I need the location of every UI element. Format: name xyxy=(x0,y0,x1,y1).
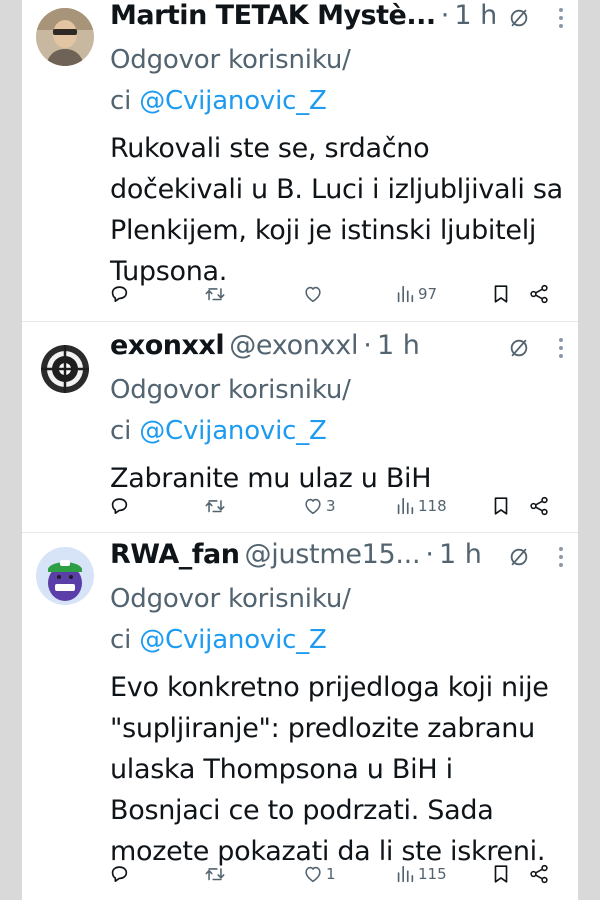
bookmark-icon xyxy=(490,495,512,517)
tweet-header: Martin TETAK Mystè... · 1 h xyxy=(110,0,564,40)
reply-button[interactable] xyxy=(108,495,130,517)
separator-dot: · xyxy=(363,330,372,361)
bookmark-icon xyxy=(490,863,512,885)
share-icon xyxy=(528,495,550,517)
tweet[interactable]: RWA_fan @justme15... · 1 h Odgovor koris… xyxy=(22,533,578,900)
retweet-button[interactable] xyxy=(204,283,226,305)
timestamp[interactable]: 1 h xyxy=(454,0,497,31)
display-name[interactable]: Martin TETAK Mystè... xyxy=(110,0,436,31)
mention-link[interactable]: @Cvijanovic_Z xyxy=(139,625,327,655)
timestamp[interactable]: 1 h xyxy=(439,539,482,570)
like-count: 1 xyxy=(326,865,336,883)
like-button[interactable]: 1 xyxy=(302,863,336,885)
view-count: 118 xyxy=(418,497,447,515)
views-button[interactable]: 118 xyxy=(394,495,447,517)
views-icon xyxy=(394,283,416,305)
retweet-icon xyxy=(204,283,226,305)
views-button[interactable]: 97 xyxy=(394,283,437,305)
views-icon xyxy=(394,495,416,517)
action-bar: 3 118 xyxy=(22,495,578,523)
reply-button[interactable] xyxy=(108,863,130,885)
reply-icon xyxy=(108,283,130,305)
like-icon xyxy=(302,495,324,517)
reply-label: Odgovor korisniku/ xyxy=(110,45,351,75)
user-handle[interactable]: @exonxxl xyxy=(229,330,358,361)
reply-icon xyxy=(108,863,130,885)
share-button[interactable] xyxy=(528,863,550,885)
view-count: 115 xyxy=(418,865,447,883)
reply-label: Odgovor korisniku/ xyxy=(110,584,351,614)
separator-dot: · xyxy=(440,0,450,31)
more-icon[interactable] xyxy=(558,546,564,568)
share-button[interactable] xyxy=(528,495,550,517)
retweet-icon xyxy=(204,495,226,517)
view-count: 97 xyxy=(418,285,438,303)
action-bar: 1 115 xyxy=(22,863,578,891)
reply-label: ci xyxy=(110,86,132,116)
timestamp[interactable]: 1 h xyxy=(377,330,420,361)
reply-context: Odgovor korisniku/ ci @Cvijanovic_Z xyxy=(110,579,564,661)
action-bar: 97 xyxy=(22,283,578,311)
bookmark-icon xyxy=(490,283,512,305)
retweet-button[interactable] xyxy=(204,863,226,885)
reply-context: Odgovor korisniku/ ci @Cvijanovic_Z xyxy=(110,370,564,452)
grok-icon[interactable] xyxy=(508,337,530,359)
share-icon xyxy=(528,283,550,305)
grok-icon[interactable] xyxy=(508,7,530,29)
like-button[interactable]: 3 xyxy=(302,495,336,517)
tweet-text: Zabranite mu ulaz u BiH xyxy=(110,463,432,494)
like-icon xyxy=(302,283,324,305)
separator-dot: · xyxy=(425,539,434,570)
more-icon[interactable] xyxy=(558,337,564,359)
like-icon xyxy=(302,863,324,885)
tweet-header: RWA_fan @justme15... · 1 h xyxy=(110,539,564,579)
tweet[interactable]: exonxxl @exonxxl · 1 h Odgovor korisniku… xyxy=(22,322,578,533)
mention-link[interactable]: @Cvijanovic_Z xyxy=(139,416,327,446)
retweet-icon xyxy=(204,863,226,885)
bookmark-button[interactable] xyxy=(490,495,512,517)
grok-icon[interactable] xyxy=(508,546,530,568)
reply-context: Odgovor korisniku/ ci @Cvijanovic_Z xyxy=(110,40,564,122)
mention-link[interactable]: @Cvijanovic_Z xyxy=(139,86,327,116)
tweet-body: Martin TETAK Mystè... · 1 h Odgovor kori… xyxy=(110,0,564,292)
views-icon xyxy=(394,863,416,885)
avatar[interactable] xyxy=(36,8,94,66)
tweet-body: exonxxl @exonxxl · 1 h Odgovor korisniku… xyxy=(110,330,564,499)
tweet[interactable]: Martin TETAK Mystè... · 1 h Odgovor kori… xyxy=(22,0,578,322)
more-icon[interactable] xyxy=(558,7,564,29)
tweet-text: Rukovali ste se, srdačno dočekivali u B.… xyxy=(110,133,563,287)
tweet-body: RWA_fan @justme15... · 1 h Odgovor koris… xyxy=(110,539,564,872)
tweet-header: exonxxl @exonxxl · 1 h xyxy=(110,330,564,370)
avatar[interactable] xyxy=(36,547,94,605)
display-name[interactable]: exonxxl xyxy=(110,330,225,361)
reply-button[interactable] xyxy=(108,283,130,305)
reply-label: Odgovor korisniku/ xyxy=(110,375,351,405)
reply-label: ci xyxy=(110,416,132,446)
display-name[interactable]: RWA_fan xyxy=(110,539,240,570)
bookmark-button[interactable] xyxy=(490,283,512,305)
avatar[interactable] xyxy=(36,340,94,398)
like-count: 3 xyxy=(326,497,336,515)
views-button[interactable]: 115 xyxy=(394,863,447,885)
tweet-text: Evo konkretno prijedloga koji nije "supl… xyxy=(110,672,549,867)
retweet-button[interactable] xyxy=(204,495,226,517)
share-icon xyxy=(528,863,550,885)
reply-icon xyxy=(108,495,130,517)
user-handle[interactable]: @justme15... xyxy=(245,539,421,570)
like-button[interactable] xyxy=(302,283,326,305)
reply-thread: Martin TETAK Mystè... · 1 h Odgovor kori… xyxy=(22,0,578,900)
share-button[interactable] xyxy=(528,283,550,305)
reply-label: ci xyxy=(110,625,132,655)
bookmark-button[interactable] xyxy=(490,863,512,885)
